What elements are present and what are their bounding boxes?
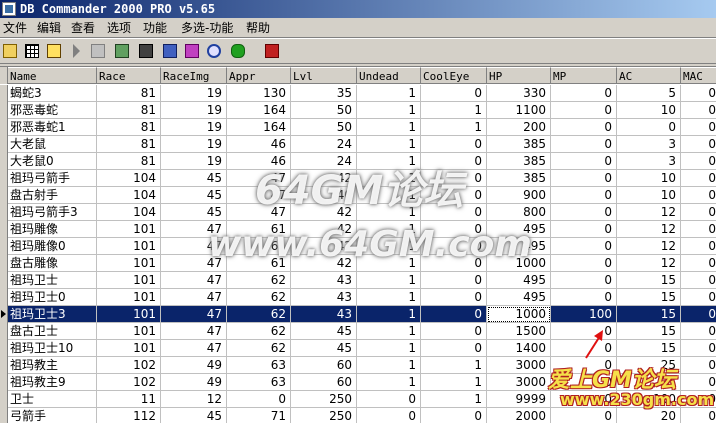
watermark-forum: 64GM论坛 <box>255 168 464 214</box>
arrow-line <box>585 335 601 359</box>
watermark-url: www.64GM.com <box>208 224 532 265</box>
watermark-url-2: www.230gm.com <box>560 390 715 409</box>
